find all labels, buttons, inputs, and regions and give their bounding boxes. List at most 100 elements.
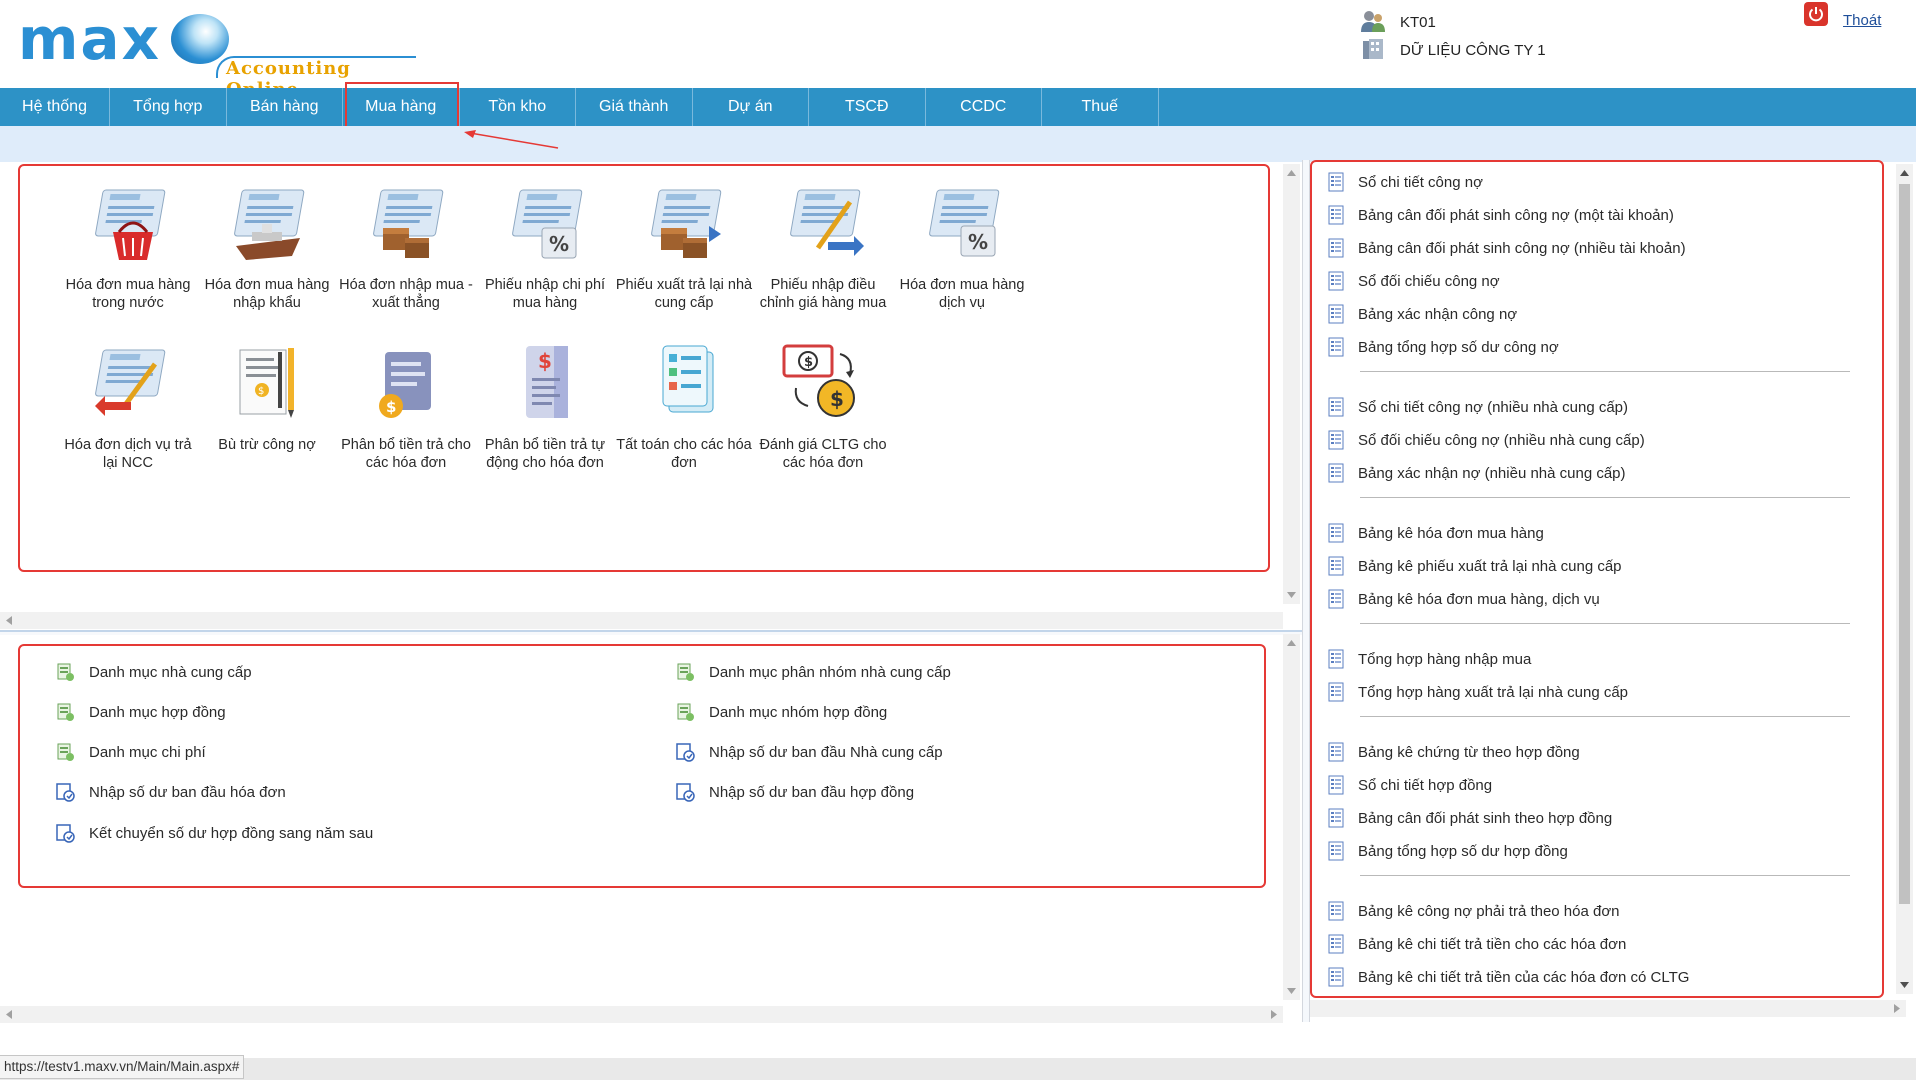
invoice-service-icon[interactable]: % [917,180,1007,270]
logout-link[interactable]: Thoát [1843,12,1881,29]
report-link[interactable]: Sổ chi tiết hợp đồng [1328,775,1492,795]
report-link[interactable]: Bảng cân đối phát sinh công nợ (nhiều tà… [1328,238,1686,258]
scroll-down-icon[interactable] [1287,592,1296,598]
catalog-link[interactable]: Nhập số dư ban đầu hợp đồng [675,782,914,802]
catalog-link-label[interactable]: Kết chuyển số dư hợp đồng sang năm sau [89,825,373,842]
report-link-label[interactable]: Bảng kê chi tiết trả tiền của các hóa đơ… [1358,969,1689,986]
report-link[interactable]: Bảng cân đối phát sinh công nợ (một tài … [1328,205,1674,225]
function-tile-label[interactable]: Hóa đơn mua hàng trong nước [58,276,198,312]
function-tile[interactable]: $ Phân bổ tiền trả cho các hóa đơn [336,340,476,472]
invoice-return-icon[interactable] [83,340,173,430]
function-tile-label[interactable]: Hóa đơn mua hàng nhập khẩu [197,276,337,312]
report-link-label[interactable]: Bảng kê hóa đơn mua hàng, dịch vụ [1358,591,1600,608]
report-link-label[interactable]: Sổ đối chiếu công nợ [1358,273,1500,290]
function-tile-label[interactable]: Phân bổ tiền trả tự động cho hóa đơn [475,436,615,472]
report-link[interactable]: Bảng kê chi tiết trả tiền của các hóa đơ… [1328,967,1689,987]
invoice-ship-icon[interactable] [222,180,312,270]
function-tile-label[interactable]: Hóa đơn mua hàng dịch vụ [892,276,1032,312]
function-tile[interactable]: Hóa đơn mua hàng trong nước [58,180,198,312]
scroll-up-icon[interactable] [1287,640,1296,646]
report-link-label[interactable]: Bảng tổng hợp số dư công nợ [1358,339,1559,356]
report-link-label[interactable]: Bảng cân đối phát sinh theo hợp đồng [1358,810,1612,827]
report-link-label[interactable]: Bảng kê công nợ phải trả theo hóa đơn [1358,903,1620,920]
report-link-label[interactable]: Bảng xác nhận công nợ [1358,306,1517,323]
function-tile[interactable]: Phiếu nhập điều chỉnh giá hàng mua [753,180,893,312]
report-link[interactable]: Tổng hợp hàng nhập mua [1328,649,1531,669]
report-link-label[interactable]: Bảng kê hóa đơn mua hàng [1358,525,1544,542]
functions-vscroll[interactable] [1283,164,1300,604]
reports-scroll-thumb[interactable] [1899,184,1910,904]
catalog-link[interactable]: Nhập số dư ban đầu hóa đơn [55,782,286,802]
functions-hscroll[interactable] [0,612,1283,629]
function-tile[interactable]: Tất toán cho các hóa đơn [614,340,754,472]
report-link-label[interactable]: Bảng tổng hợp số dư hợp đồng [1358,843,1568,860]
catalog-link[interactable]: Danh mục hợp đồng [55,702,226,722]
report-link-label[interactable]: Sổ chi tiết hợp đồng [1358,777,1492,794]
reports-vscroll[interactable] [1896,164,1913,994]
menu-item[interactable]: Hệ thống [0,88,110,126]
function-tile-label[interactable]: Tất toán cho các hóa đơn [614,436,754,472]
menu-item[interactable]: Dự án [693,88,809,126]
menu-item[interactable]: Thuế [1042,88,1159,126]
catalog-link[interactable]: Danh mục phân nhóm nhà cung cấp [675,662,951,682]
function-tile[interactable]: $ Phân bổ tiền trả tự động cho hóa đơn [475,340,615,472]
scroll-left-icon[interactable] [6,1010,12,1019]
menu-item[interactable]: Giá thành [576,88,693,126]
catalog-link-label[interactable]: Danh mục hợp đồng [89,704,226,721]
scroll-up-icon[interactable] [1287,170,1296,176]
allocate-payment-icon[interactable]: $ [361,340,451,430]
function-tile-label[interactable]: Bù trừ công nợ [197,436,337,454]
scroll-right-icon[interactable] [1894,1004,1900,1013]
invoice-return-boxes-icon[interactable] [639,180,729,270]
function-tile-label[interactable]: Hóa đơn dịch vụ trả lại NCC [58,436,198,472]
vertical-splitter[interactable] [1302,160,1310,1022]
report-link[interactable]: Bảng cân đối phát sinh theo hợp đồng [1328,808,1612,828]
report-link-label[interactable]: Bảng kê chứng từ theo hợp đồng [1358,744,1580,761]
report-link-label[interactable]: Tổng hợp hàng xuất trả lại nhà cung cấp [1358,684,1628,701]
menu-item[interactable]: Bán hàng [227,88,343,126]
function-tile[interactable]: Phiếu xuất trả lại nhà cung cấp [614,180,754,312]
report-link[interactable]: Bảng kê phiếu xuất trả lại nhà cung cấp [1328,556,1622,576]
report-link-label[interactable]: Sổ chi tiết công nợ (nhiều nhà cung cấp) [1358,399,1628,416]
offset-debt-icon[interactable]: $ [222,340,312,430]
catalog-link[interactable]: Kết chuyển số dư hợp đồng sang năm sau [55,823,373,843]
catalog-link[interactable]: Nhập số dư ban đầu Nhà cung cấp [675,742,943,762]
function-tile[interactable]: Hóa đơn nhập mua - xuất thẳng [336,180,476,312]
function-tile-label[interactable]: Đánh giá CLTG cho các hóa đơn [753,436,893,472]
exchange-revaluation-icon[interactable]: $ $ [778,340,868,430]
report-link[interactable]: Bảng kê hóa đơn mua hàng [1328,523,1544,543]
report-link[interactable]: Bảng kê công nợ phải trả theo hóa đơn [1328,901,1620,921]
report-link[interactable]: Tổng hợp hàng xuất trả lại nhà cung cấp [1328,682,1628,702]
report-link[interactable]: Bảng tổng hợp số dư công nợ [1328,337,1559,357]
reports-hscroll[interactable] [1310,1000,1906,1017]
catalog-link-label[interactable]: Danh mục chi phí [89,744,206,761]
report-link-label[interactable]: Bảng cân đối phát sinh công nợ (nhiều tà… [1358,240,1686,257]
scroll-up-icon[interactable] [1900,170,1909,176]
report-link-label[interactable]: Bảng kê chi tiết trả tiền cho các hóa đơ… [1358,936,1626,953]
power-icon[interactable] [1804,2,1828,26]
function-tile-label[interactable]: Phiếu xuất trả lại nhà cung cấp [614,276,754,312]
report-link[interactable]: Bảng kê hóa đơn mua hàng, dịch vụ [1328,589,1600,609]
menu-item[interactable]: Tổng hợp [110,88,227,126]
scroll-down-icon[interactable] [1287,988,1296,994]
report-link-label[interactable]: Sổ chi tiết công nợ [1358,174,1483,191]
report-link[interactable]: Sổ đối chiếu công nợ [1328,271,1500,291]
report-link-label[interactable]: Tổng hợp hàng nhập mua [1358,651,1531,668]
report-link-label[interactable]: Bảng cân đối phát sinh công nợ (một tài … [1358,207,1674,224]
auto-allocate-icon[interactable]: $ [500,340,590,430]
invoice-boxes-icon[interactable] [361,180,451,270]
invoice-basket-icon[interactable] [83,180,173,270]
report-link[interactable]: Bảng tổng hợp số dư hợp đồng [1328,841,1568,861]
function-tile-label[interactable]: Phiếu nhập chi phí mua hàng [475,276,615,312]
function-tile-label[interactable]: Phiếu nhập điều chỉnh giá hàng mua [753,276,893,312]
catalog-link[interactable]: Danh mục chi phí [55,742,206,762]
function-tile-label[interactable]: Phân bổ tiền trả cho các hóa đơn [336,436,476,472]
menu-item[interactable]: Tồn kho [460,88,576,126]
catalog-link-label[interactable]: Danh mục nhà cung cấp [89,664,252,681]
invoice-percent-icon[interactable]: % [500,180,590,270]
report-link[interactable]: Bảng kê chi tiết trả tiền cho các hóa đơ… [1328,934,1626,954]
function-tile[interactable]: % Hóa đơn mua hàng dịch vụ [892,180,1032,312]
catalog-hscroll[interactable] [0,1006,1283,1023]
report-link[interactable]: Bảng xác nhận nợ (nhiều nhà cung cấp) [1328,463,1626,483]
catalog-vscroll[interactable] [1283,634,1300,1000]
